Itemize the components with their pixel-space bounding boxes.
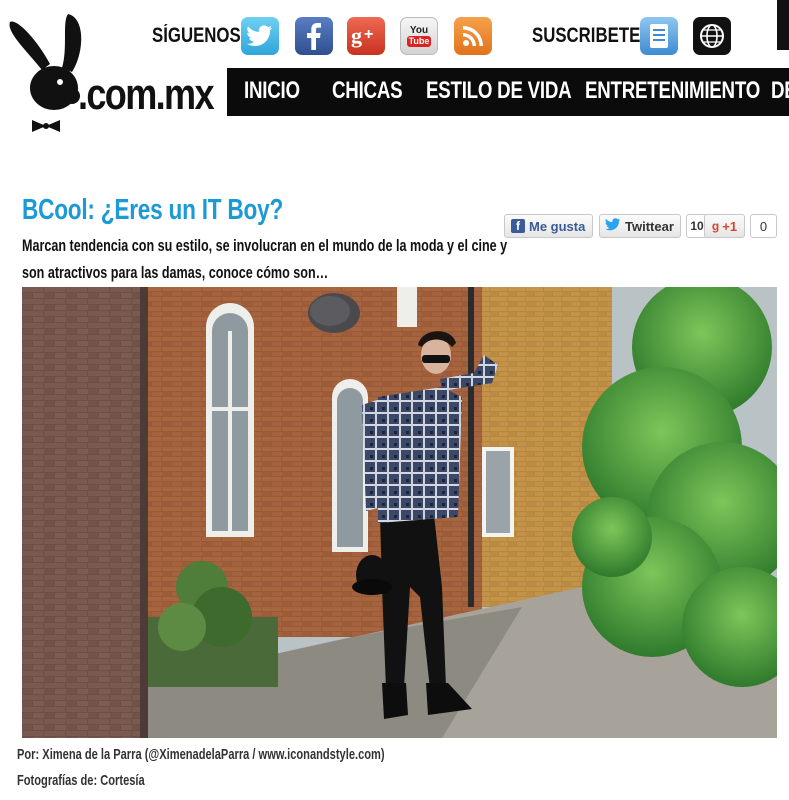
facebook-icon[interactable] [295, 17, 333, 55]
logo-domain-text: .com.mx [78, 70, 215, 119]
main-nav: INICIO CHICAS ESTILO DE VIDA ENTRETENIMI… [227, 68, 789, 116]
like-label: Me gusta [529, 218, 586, 234]
plus-one-label: +1 [722, 218, 738, 234]
nav-item-estilo-de-vida[interactable]: ESTILO DE VIDA [426, 77, 572, 105]
nav-item-entretenimiento[interactable]: ENTRETENIMIENTO [585, 77, 760, 105]
nav-item-chicas[interactable]: CHICAS [332, 77, 403, 105]
twitter-bird-icon [605, 218, 621, 234]
nav-item-more[interactable]: DE [771, 77, 789, 105]
photo-credit: Fotografías de: Cortesía [17, 772, 145, 789]
article-photo [22, 287, 777, 738]
subscribe-label: SUSCRIBETE: [532, 24, 646, 47]
street-style-photo [22, 287, 777, 738]
rss-icon[interactable] [454, 17, 492, 55]
youtube-label-top: You [409, 25, 429, 36]
google-plus-icon: g [711, 219, 720, 233]
tweet-button[interactable]: Twittear [599, 214, 681, 238]
follow-label: SÍGUENOS: [152, 24, 247, 47]
header-corner-block [777, 0, 789, 50]
google-plus-icon[interactable]: g + [347, 17, 385, 55]
youtube-icon[interactable]: You Tube [400, 17, 438, 55]
article-title: BCool: ¿Eres un IT Boy? [22, 194, 284, 226]
nav-item-inicio[interactable]: INICIO [244, 77, 300, 105]
author-credit: Por: Ximena de la Parra (@XimenadelaParr… [17, 746, 385, 763]
plus-one-count: 0 [750, 214, 777, 238]
svg-text:+: + [364, 26, 373, 43]
facebook-icon: f [511, 219, 525, 233]
tweet-label: Twittear [625, 218, 674, 234]
svg-text:g: g [351, 24, 362, 48]
facebook-like-button[interactable]: f Me gusta [504, 214, 593, 238]
article-dek-line-1: Marcan tendencia con su estilo, se invol… [22, 236, 508, 255]
article-dek-line-2: son atractivos para las damas, conoce có… [22, 263, 329, 282]
youtube-label-bottom: Tube [406, 36, 432, 47]
twitter-icon[interactable] [241, 17, 279, 55]
newsletter-icon[interactable] [640, 17, 678, 55]
google-plus-one-button[interactable]: g +1 [704, 214, 745, 238]
globe-icon[interactable] [693, 17, 731, 55]
